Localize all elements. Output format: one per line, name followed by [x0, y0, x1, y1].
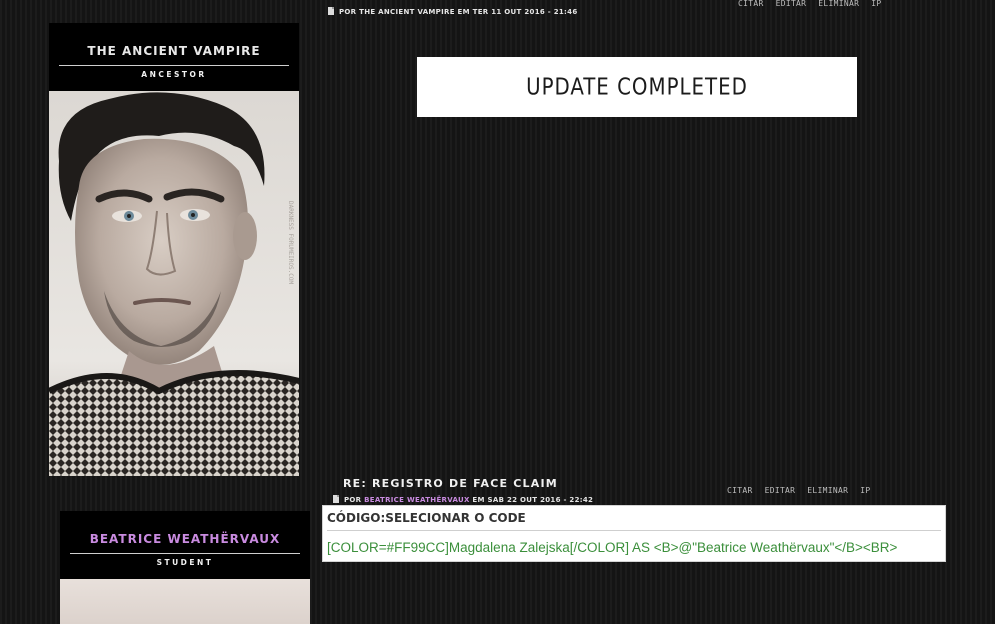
author-middle: EM [457, 8, 470, 16]
author-link[interactable]: BEATRICE WEATHËRVAUX [364, 496, 470, 504]
ip-button[interactable]: IP [860, 486, 870, 495]
author-link[interactable]: THE ANCIENT VAMPIRE [359, 8, 455, 16]
profile-card: BEATRICE WEATHËRVAUX STUDENT [60, 511, 310, 579]
code-box-header: CÓDIGO:SELECIONAR O CODE [323, 506, 945, 525]
document-icon[interactable] [328, 7, 334, 15]
profile-rank: ANCESTOR [141, 70, 207, 79]
post-actions: CITAR EDITAR ELIMINAR IP [727, 486, 870, 495]
divider [59, 65, 289, 66]
profile-username[interactable]: THE ANCIENT VAMPIRE [49, 23, 299, 58]
delete-button[interactable]: ELIMINAR [807, 486, 848, 495]
ip-button[interactable]: IP [871, 0, 881, 8]
author-middle: EM [472, 496, 485, 504]
document-icon[interactable] [333, 495, 339, 503]
quote-button[interactable]: CITAR [727, 486, 753, 495]
watermark: DARKNESS FORUMEIROS.COM [287, 201, 294, 284]
post-author-line: POR THE ANCIENT VAMPIRE EM TER 11 OUT 20… [328, 7, 578, 16]
code-box: CÓDIGO:SELECIONAR O CODE [COLOR=#FF99CC]… [322, 505, 946, 562]
divider [70, 553, 300, 554]
post-title[interactable]: RE: REGISTRO DE FACE CLAIM [343, 477, 558, 490]
portrait-image: DARKNESS FORUMEIROS.COM [49, 91, 299, 476]
profile-username[interactable]: BEATRICE WEATHËRVAUX [60, 511, 310, 546]
post-date: SAB 22 OUT 2016 - 22:42 [487, 496, 594, 504]
profile-card: THE ANCIENT VAMPIRE ANCESTOR [49, 23, 299, 91]
profile-avatar: DARKNESS FORUMEIROS.COM [49, 91, 299, 476]
post-actions: CITAR EDITAR ELIMINAR IP [738, 0, 881, 8]
delete-button[interactable]: ELIMINAR [818, 0, 859, 8]
post-author-line: POR BEATRICE WEATHËRVAUX EM SAB 22 OUT 2… [333, 495, 593, 504]
code-content[interactable]: [COLOR=#FF99CC]Magdalena Zalejska[/COLOR… [323, 531, 945, 555]
edit-button[interactable]: EDITAR [765, 486, 796, 495]
update-banner: UPDATE COMPLETED [417, 57, 857, 117]
profile-avatar [60, 579, 310, 624]
author-prefix: POR [344, 496, 362, 504]
banner-title: UPDATE COMPLETED [526, 73, 748, 101]
quote-button[interactable]: CITAR [738, 0, 764, 8]
profile-rank: STUDENT [156, 558, 214, 567]
author-prefix: POR [339, 8, 357, 16]
code-label: CÓDIGO: [327, 511, 386, 525]
post-date: TER 11 OUT 2016 - 21:46 [472, 8, 578, 16]
select-code-link[interactable]: SELECIONAR O CODE [385, 511, 525, 525]
edit-button[interactable]: EDITAR [776, 0, 807, 8]
